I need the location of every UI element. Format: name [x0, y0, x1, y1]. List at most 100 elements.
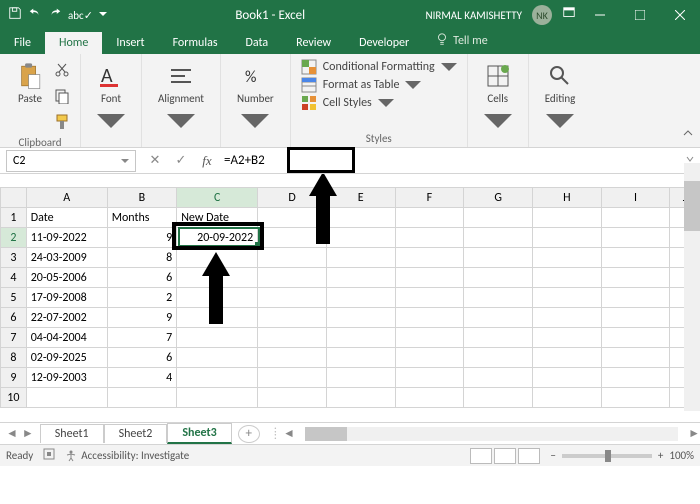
zoom-level[interactable]: 100% [669, 449, 694, 462]
copy-icon[interactable] [54, 88, 70, 108]
zoom-in-button[interactable]: + [658, 449, 663, 462]
cell[interactable] [601, 328, 670, 348]
cell[interactable] [395, 248, 464, 268]
cell[interactable] [601, 268, 670, 288]
save-icon[interactable] [8, 6, 22, 24]
row-header[interactable]: 9 [1, 368, 27, 388]
cell[interactable] [464, 248, 533, 268]
col-header[interactable]: E [326, 188, 395, 208]
tab-home[interactable]: Home [45, 32, 102, 54]
tab-developer[interactable]: Developer [345, 32, 423, 54]
cell[interactable] [395, 368, 464, 388]
accessibility-status[interactable]: Accessibility: Investigate [65, 449, 189, 462]
cell[interactable]: 17-09-2008 [26, 288, 107, 308]
tab-formulas[interactable]: Formulas [159, 32, 232, 54]
col-header[interactable]: C [177, 188, 258, 208]
cell[interactable] [326, 288, 395, 308]
row-header[interactable]: 1 [1, 208, 27, 228]
minimize-button[interactable] [580, 0, 620, 30]
cell[interactable] [326, 348, 395, 368]
cell[interactable]: 02-09-2025 [26, 348, 107, 368]
cell[interactable] [326, 308, 395, 328]
cell[interactable] [532, 348, 601, 368]
cell[interactable] [326, 248, 395, 268]
view-pagebreak-button[interactable] [518, 448, 540, 464]
row-header[interactable]: 5 [1, 288, 27, 308]
format-painter-icon[interactable] [54, 114, 70, 134]
cell[interactable] [464, 228, 533, 248]
zoom-slider[interactable] [562, 454, 652, 458]
cell-styles-button[interactable]: Cell Styles [301, 94, 394, 112]
cell[interactable]: 4 [107, 368, 177, 388]
cell[interactable] [258, 288, 327, 308]
col-header[interactable]: H [532, 188, 601, 208]
paste-button[interactable]: Paste [10, 58, 50, 134]
cell[interactable] [464, 308, 533, 328]
close-button[interactable] [660, 0, 700, 30]
qat-dropdown-icon[interactable] [99, 8, 107, 22]
cell[interactable] [464, 348, 533, 368]
cell[interactable] [107, 388, 177, 408]
cell[interactable] [601, 248, 670, 268]
fx-icon[interactable]: fx [194, 150, 220, 172]
row-header[interactable]: 4 [1, 268, 27, 288]
tab-insert[interactable]: Insert [102, 32, 158, 54]
cell[interactable] [258, 368, 327, 388]
cell[interactable]: 9 [107, 308, 177, 328]
cell[interactable] [464, 288, 533, 308]
cut-icon[interactable] [54, 62, 70, 82]
cell[interactable] [532, 308, 601, 328]
cell[interactable] [601, 228, 670, 248]
cell[interactable] [395, 268, 464, 288]
cell[interactable] [464, 368, 533, 388]
cell[interactable] [395, 328, 464, 348]
horizontal-scrollbar[interactable] [305, 427, 678, 441]
row-header[interactable]: 10 [1, 388, 27, 408]
cell[interactable] [601, 308, 670, 328]
view-normal-button[interactable] [470, 448, 492, 464]
conditional-formatting-button[interactable]: Conditional Formatting [301, 58, 457, 76]
col-header[interactable]: B [107, 188, 177, 208]
cell[interactable] [177, 268, 258, 288]
cell[interactable] [601, 208, 670, 228]
zoom-out-button[interactable]: − [550, 449, 555, 462]
row-header[interactable]: 6 [1, 308, 27, 328]
sheet-nav-prev-icon[interactable]: ◄ [6, 426, 18, 441]
col-header[interactable]: F [395, 188, 464, 208]
row-header[interactable]: 7 [1, 328, 27, 348]
cell[interactable]: 9 [107, 228, 177, 248]
row-header[interactable]: 8 [1, 348, 27, 368]
cell[interactable] [532, 388, 601, 408]
alignment-button[interactable]: Alignment [152, 58, 210, 139]
cell[interactable] [395, 308, 464, 328]
cell[interactable] [258, 348, 327, 368]
format-as-table-button[interactable]: Format as Table [301, 76, 422, 94]
cell[interactable] [326, 268, 395, 288]
cell[interactable] [532, 268, 601, 288]
macro-record-icon[interactable] [43, 448, 55, 463]
cell[interactable] [532, 208, 601, 228]
row-header[interactable]: 3 [1, 248, 27, 268]
cell[interactable] [258, 308, 327, 328]
cell[interactable] [177, 288, 258, 308]
add-sheet-button[interactable]: + [238, 425, 260, 443]
cell[interactable] [177, 248, 258, 268]
cell[interactable]: 6 [107, 348, 177, 368]
sheet-tab[interactable]: Sheet3 [167, 423, 231, 444]
cell[interactable]: 12-09-2003 [26, 368, 107, 388]
cell[interactable] [177, 328, 258, 348]
cell[interactable] [395, 388, 464, 408]
cell[interactable] [177, 308, 258, 328]
cell[interactable] [532, 248, 601, 268]
cell[interactable] [395, 228, 464, 248]
redo-icon[interactable] [48, 6, 62, 24]
cell[interactable] [326, 228, 395, 248]
cell[interactable]: 6 [107, 268, 177, 288]
cell[interactable] [326, 208, 395, 228]
cell[interactable] [601, 388, 670, 408]
tab-review[interactable]: Review [282, 32, 345, 54]
cell[interactable]: Months [107, 208, 177, 228]
cells-button[interactable]: Cells [478, 58, 518, 139]
cell[interactable] [326, 368, 395, 388]
tab-file[interactable]: File [0, 32, 45, 54]
